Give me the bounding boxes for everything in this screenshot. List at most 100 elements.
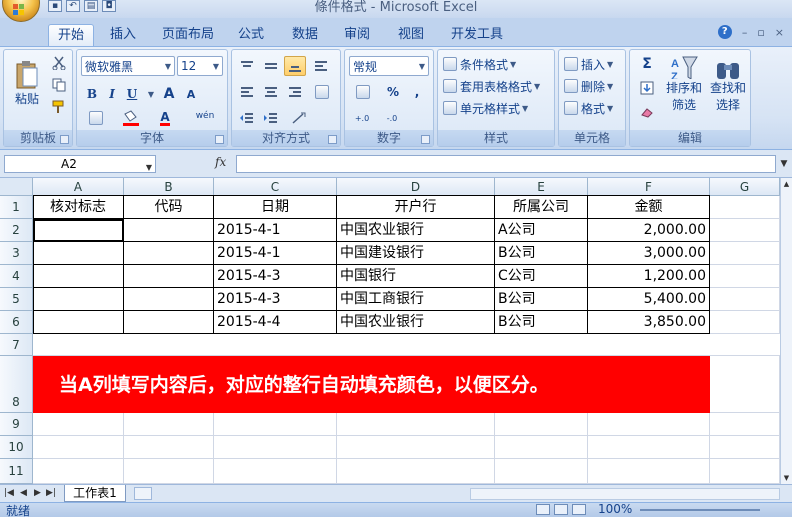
- cell-c2[interactable]: 2015-4-1: [214, 219, 337, 242]
- camera-icon[interactable]: ◘: [102, 0, 116, 12]
- decrease-indent-button[interactable]: [236, 108, 258, 128]
- cell-e10[interactable]: [495, 436, 588, 459]
- cell-b10[interactable]: [124, 436, 214, 459]
- underline-button[interactable]: U: [123, 84, 141, 104]
- tab-view[interactable]: 视图: [388, 24, 434, 46]
- horizontal-scrollbar[interactable]: [470, 488, 780, 500]
- cell-f6[interactable]: 3,850.00: [588, 311, 710, 334]
- cell-c4[interactable]: 2015-4-3: [214, 265, 337, 288]
- cell-f11[interactable]: [588, 459, 710, 484]
- cell-g10[interactable]: [710, 436, 780, 459]
- expand-formula-bar-icon[interactable]: ▼: [778, 155, 790, 173]
- tab-developer[interactable]: 开发工具: [442, 24, 512, 46]
- align-middle-button[interactable]: [260, 56, 282, 76]
- copy-icon[interactable]: [52, 78, 66, 92]
- cell-g3[interactable]: [710, 242, 780, 265]
- conditional-format-button[interactable]: 条件格式 ▼: [442, 54, 552, 74]
- font-color-button[interactable]: A: [151, 108, 179, 128]
- format-painter-icon[interactable]: [52, 100, 66, 114]
- align-top-button[interactable]: [236, 56, 258, 76]
- cell-f5[interactable]: 5,400.00: [588, 288, 710, 311]
- ribbon-minimize-icon[interactable]: –: [742, 26, 748, 39]
- column-header-e[interactable]: E: [495, 178, 588, 196]
- row-header-5[interactable]: 5: [0, 288, 33, 311]
- row-header-10[interactable]: 10: [0, 436, 33, 459]
- help-icon[interactable]: ?: [717, 25, 732, 39]
- cell-d4[interactable]: 中国银行: [337, 265, 495, 288]
- wrap-text-button[interactable]: [310, 56, 332, 76]
- cell-f2[interactable]: 2,000.00: [588, 219, 710, 242]
- cell-d11[interactable]: [337, 459, 495, 484]
- cell-g9[interactable]: [710, 413, 780, 436]
- column-header-b[interactable]: B: [124, 178, 214, 196]
- instruction-banner[interactable]: 当A列填写内容后，对应的整行自动填充颜色，以便区分。: [33, 356, 710, 413]
- decrease-decimal-button[interactable]: -.0: [379, 108, 405, 128]
- header-cell-amount[interactable]: 金额: [588, 196, 710, 219]
- normal-view-icon[interactable]: [536, 504, 550, 515]
- cell-b2[interactable]: [124, 219, 214, 242]
- cell-e6[interactable]: B公司: [495, 311, 588, 334]
- zoom-level[interactable]: 100%: [598, 502, 632, 516]
- cell-d9[interactable]: [337, 413, 495, 436]
- clipboard-launcher[interactable]: [60, 135, 69, 144]
- cut-icon[interactable]: [52, 56, 66, 70]
- alignment-launcher[interactable]: [328, 135, 337, 144]
- cell-c6[interactable]: 2015-4-4: [214, 311, 337, 334]
- cell-g6[interactable]: [710, 311, 780, 334]
- row-header-4[interactable]: 4: [0, 265, 33, 288]
- cell-g4[interactable]: [710, 265, 780, 288]
- prev-sheet-icon[interactable]: ◀: [20, 488, 27, 498]
- column-header-d[interactable]: D: [337, 178, 495, 196]
- insert-cells-button[interactable]: 插入 ▼: [563, 54, 625, 74]
- header-cell-company[interactable]: 所属公司: [495, 196, 588, 219]
- scroll-down-icon[interactable]: ▼: [781, 472, 792, 484]
- header-cell-check-flag[interactable]: 核对标志: [33, 196, 124, 219]
- cell-a9[interactable]: [33, 413, 124, 436]
- worksheet-grid[interactable]: A B C D E F G 1 2 3 4 5 6 7 8 9 10 11 核对…: [0, 178, 780, 484]
- cell-b3[interactable]: [124, 242, 214, 265]
- cell-g8[interactable]: [710, 356, 780, 413]
- formula-input[interactable]: [236, 155, 776, 173]
- zoom-slider[interactable]: [640, 509, 760, 511]
- merge-center-button[interactable]: [310, 82, 334, 102]
- close-button[interactable]: [762, 0, 786, 14]
- tab-formulas[interactable]: 公式: [228, 24, 274, 46]
- shrink-font-button[interactable]: A: [181, 84, 201, 104]
- row-header-1[interactable]: 1: [0, 196, 33, 219]
- column-header-f[interactable]: F: [588, 178, 710, 196]
- align-bottom-button[interactable]: [284, 56, 306, 76]
- cell-d10[interactable]: [337, 436, 495, 459]
- cell-d5[interactable]: 中国工商银行: [337, 288, 495, 311]
- autosum-button[interactable]: Σ: [634, 54, 660, 74]
- cell-b5[interactable]: [124, 288, 214, 311]
- cell-f10[interactable]: [588, 436, 710, 459]
- format-cells-button[interactable]: 格式 ▼: [563, 98, 625, 118]
- percent-button[interactable]: %: [383, 82, 403, 102]
- font-size-select[interactable]: 12 ▼: [177, 56, 223, 76]
- cell-a6[interactable]: [33, 311, 124, 334]
- align-center-button[interactable]: [260, 82, 282, 102]
- cell-b4[interactable]: [124, 265, 214, 288]
- sheet-tab-1[interactable]: 工作表1: [64, 485, 126, 502]
- row-header-6[interactable]: 6: [0, 311, 33, 334]
- cell-c11[interactable]: [214, 459, 337, 484]
- column-header-g[interactable]: G: [710, 178, 780, 196]
- cell-c3[interactable]: 2015-4-1: [214, 242, 337, 265]
- first-sheet-icon[interactable]: |◀: [4, 488, 14, 498]
- grow-font-button[interactable]: A: [159, 84, 179, 104]
- font-name-select[interactable]: 微软雅黑 ▼: [81, 56, 175, 76]
- next-sheet-icon[interactable]: ▶: [34, 488, 41, 498]
- cell-b6[interactable]: [124, 311, 214, 334]
- row-header-3[interactable]: 3: [0, 242, 33, 265]
- sort-filter-button[interactable]: AZ 排序和 筛选: [662, 54, 706, 114]
- cell-g11[interactable]: [710, 459, 780, 484]
- align-left-button[interactable]: [236, 82, 258, 102]
- cell-e9[interactable]: [495, 413, 588, 436]
- cell-a10[interactable]: [33, 436, 124, 459]
- row-7[interactable]: [33, 334, 780, 356]
- cell-a4[interactable]: [33, 265, 124, 288]
- bold-button[interactable]: B: [83, 84, 101, 104]
- header-cell-date[interactable]: 日期: [214, 196, 337, 219]
- cell-styles-button[interactable]: 单元格样式 ▼: [442, 98, 552, 118]
- cell-d2[interactable]: 中国农业银行: [337, 219, 495, 242]
